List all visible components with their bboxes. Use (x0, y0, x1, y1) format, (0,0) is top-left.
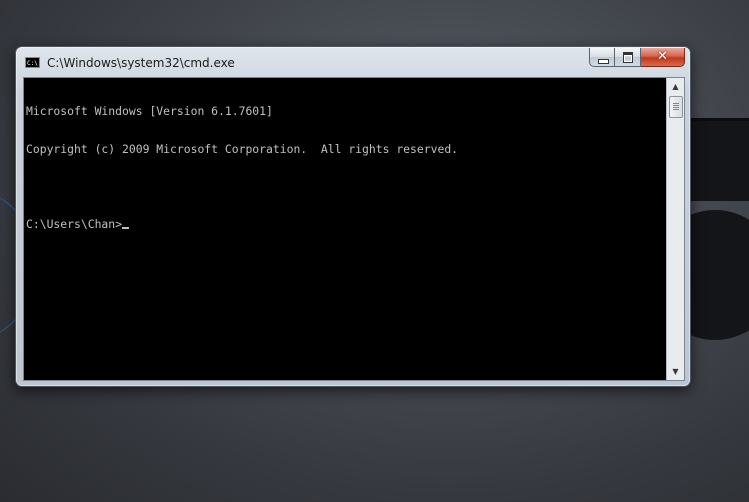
close-button[interactable]: ✕ (641, 48, 685, 67)
command-prompt: C:\Users\Chan> (26, 216, 123, 231)
thumb-grip-icon (673, 103, 679, 110)
cmd-window: C:\ C:\Windows\system32\cmd.exe ✕ Micros… (15, 46, 691, 387)
console-line: Microsoft Windows [Version 6.1.7601] (26, 104, 273, 118)
minimize-icon (598, 59, 609, 64)
background-shape (690, 118, 749, 201)
console-frame: Microsoft Windows [Version 6.1.7601] Cop… (23, 77, 685, 381)
vertical-scrollbar[interactable]: ▲ ▼ (666, 78, 684, 380)
title-bar[interactable]: C:\ C:\Windows\system32\cmd.exe ✕ (16, 47, 690, 77)
window-title: C:\Windows\system32\cmd.exe (47, 56, 235, 70)
scroll-thumb[interactable] (669, 96, 683, 118)
minimize-button[interactable] (589, 48, 615, 67)
cmd-app-icon[interactable]: C:\ (25, 57, 40, 68)
console-line: Copyright (c) 2009 Microsoft Corporation… (26, 141, 459, 156)
console-output[interactable]: Microsoft Windows [Version 6.1.7601] Cop… (24, 78, 667, 380)
scroll-up-icon[interactable]: ▲ (667, 78, 684, 95)
close-icon: ✕ (657, 49, 668, 64)
maximize-button[interactable] (615, 48, 641, 67)
scroll-down-icon[interactable]: ▼ (667, 363, 684, 380)
caption-buttons: ✕ (589, 48, 685, 68)
maximize-icon (623, 52, 633, 63)
prompt-line[interactable]: C:\Users\Chan> (26, 216, 667, 231)
text-cursor (122, 226, 130, 229)
